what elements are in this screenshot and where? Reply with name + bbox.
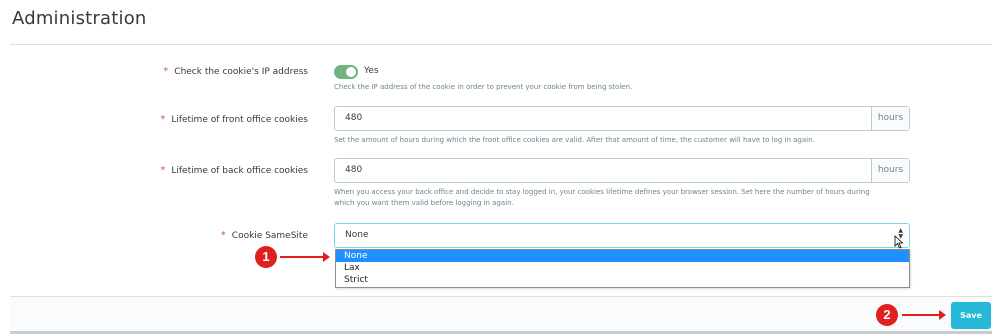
back-lifetime-input[interactable]: 480 bbox=[335, 159, 871, 182]
ip-check-toggle[interactable] bbox=[334, 65, 358, 79]
panel-footer bbox=[10, 296, 992, 334]
ip-check-toggle-label: Yes bbox=[364, 66, 379, 76]
front-lifetime-label-text: Lifetime of front office cookies bbox=[171, 115, 308, 125]
save-button[interactable]: Save bbox=[951, 302, 991, 329]
back-lifetime-label: * Lifetime of back office cookies bbox=[160, 165, 308, 176]
annotation-arrow-2 bbox=[902, 310, 946, 320]
front-lifetime-input-group: 480 hours bbox=[334, 106, 910, 131]
back-lifetime-help-2: which you want them valid before logging… bbox=[334, 199, 514, 207]
samesite-select[interactable]: None ▲ ▼ bbox=[334, 223, 910, 248]
page-title: Administration bbox=[12, 8, 147, 29]
samesite-option-none[interactable]: None bbox=[336, 250, 909, 262]
ip-check-label: * Check the cookie's IP address bbox=[163, 66, 308, 77]
samesite-label-text: Cookie SameSite bbox=[231, 231, 308, 241]
front-lifetime-help: Set the amount of hours during which the… bbox=[334, 136, 815, 144]
front-lifetime-unit: hours bbox=[871, 107, 909, 130]
samesite-option-strict[interactable]: Strict bbox=[336, 274, 909, 286]
back-lifetime-help-1: When you access your back office and dec… bbox=[334, 188, 870, 196]
annotation-arrow-1 bbox=[280, 252, 330, 262]
samesite-dropdown: None Lax Strict bbox=[335, 249, 910, 288]
samesite-label: * Cookie SameSite bbox=[221, 230, 308, 241]
front-lifetime-label: * Lifetime of front office cookies bbox=[160, 114, 308, 125]
back-lifetime-unit: hours bbox=[871, 159, 909, 182]
mouse-pointer-icon bbox=[894, 235, 904, 249]
samesite-option-lax[interactable]: Lax bbox=[336, 262, 909, 274]
required-mark: * bbox=[160, 114, 166, 125]
annotation-badge-1: 1 bbox=[255, 246, 277, 268]
required-mark: * bbox=[160, 165, 166, 176]
back-lifetime-label-text: Lifetime of back office cookies bbox=[171, 166, 308, 176]
annotation-badge-2: 2 bbox=[876, 304, 898, 326]
samesite-selected-value: None bbox=[345, 230, 369, 240]
ip-check-help: Check the IP address of the cookie in or… bbox=[334, 83, 633, 91]
front-lifetime-input[interactable]: 480 bbox=[335, 107, 871, 130]
required-mark: * bbox=[163, 66, 169, 77]
back-lifetime-input-group: 480 hours bbox=[334, 158, 910, 183]
ip-check-label-text: Check the cookie's IP address bbox=[174, 67, 308, 77]
required-mark: * bbox=[220, 230, 226, 241]
